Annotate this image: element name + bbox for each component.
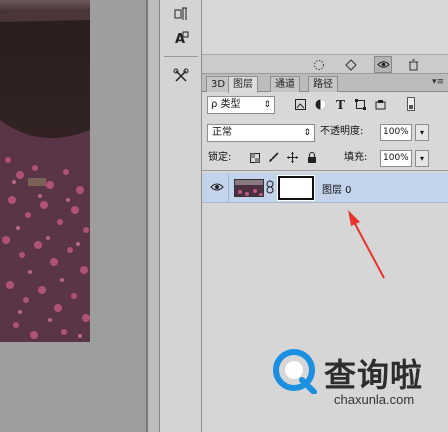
opacity-label: 不透明度: <box>320 126 364 137</box>
panel-menu-icon[interactable]: ▾≡ <box>432 77 444 87</box>
filter-icons: T <box>294 97 417 111</box>
filter-toggle-icon[interactable] <box>404 97 417 111</box>
eye-icon[interactable] <box>210 182 224 192</box>
filter-type-select[interactable]: ρ 类型 ⇕ <box>207 96 275 114</box>
document-canvas[interactable] <box>0 0 147 432</box>
lock-label: 锁定: <box>208 152 232 163</box>
blend-row: 正常 ⇕ 不透明度: 100% ▾ <box>202 122 448 144</box>
tool-column: A <box>160 0 202 432</box>
watermark-url: chaxunla.com <box>334 392 415 407</box>
opacity-input[interactable]: 100% <box>380 124 412 141</box>
lock-row: 锁定: 填充: 100% ▾ <box>202 148 448 170</box>
lock-all-icon[interactable] <box>305 151 318 164</box>
tab-paths[interactable]: 路径 <box>308 76 338 92</box>
scissors-tool-icon[interactable] <box>168 64 194 88</box>
tool-separator <box>164 56 198 57</box>
dotted-circle-icon[interactable] <box>310 56 328 73</box>
trash-icon[interactable] <box>404 56 422 73</box>
tab-channels[interactable]: 通道 <box>270 76 300 92</box>
layer-divider <box>228 173 229 203</box>
svg-text:A: A <box>175 32 185 46</box>
fill-label: 填充: <box>344 152 368 163</box>
eye-toggle-icon[interactable] <box>374 56 392 73</box>
filter-row: ρ 类型 ⇕ T <box>202 94 448 116</box>
chevron-down-icon: ⇕ <box>263 100 271 110</box>
image-filter-icon[interactable] <box>294 97 307 111</box>
smart-object-filter-icon[interactable] <box>374 97 387 111</box>
character-style-icon[interactable]: A <box>168 26 194 50</box>
opacity-dropdown-button[interactable]: ▾ <box>415 124 429 141</box>
watermark-logo-icon <box>273 349 317 394</box>
layer-thumbnail[interactable] <box>234 179 264 197</box>
fill-dropdown-button[interactable]: ▾ <box>415 150 429 167</box>
filter-type-label: ρ 类型 <box>211 99 241 110</box>
blend-mode-value: 正常 <box>212 127 232 138</box>
svg-text:T: T <box>336 98 345 110</box>
canvas-photo <box>0 0 90 342</box>
tool-strip <box>148 0 160 432</box>
lock-paint-icon[interactable] <box>267 151 280 164</box>
annotation-arrow <box>348 210 385 279</box>
text-filter-icon[interactable]: T <box>334 97 347 111</box>
watermark-brand-text: 查询啦 <box>324 356 424 394</box>
panel-top-strip <box>202 54 448 74</box>
layer-name[interactable]: 图层 0 <box>322 181 352 196</box>
paragraph-tool-icon[interactable] <box>168 2 194 26</box>
adjustment-filter-icon[interactable] <box>314 97 327 111</box>
panel-tabs: 3D 图层 通道 路径 ▾≡ <box>202 74 448 93</box>
layer-row[interactable]: 图层 0 <box>202 173 448 203</box>
watermark: 查询啦 chaxunla.com <box>272 348 448 410</box>
diamond-icon[interactable] <box>342 56 360 73</box>
fill-input[interactable]: 100% <box>380 150 412 167</box>
blend-mode-select[interactable]: 正常 ⇕ <box>207 124 315 142</box>
tab-layers[interactable]: 图层 <box>228 76 258 93</box>
link-chain-icon[interactable] <box>266 180 274 194</box>
layer-mask-thumbnail[interactable] <box>277 175 315 201</box>
chevron-down-icon: ⇕ <box>303 128 311 138</box>
lock-position-icon[interactable] <box>286 151 299 164</box>
lock-transparent-icon[interactable] <box>248 151 261 164</box>
tab-3d[interactable]: 3D <box>206 76 231 92</box>
lock-icons <box>248 151 318 164</box>
shape-filter-icon[interactable] <box>354 97 367 111</box>
